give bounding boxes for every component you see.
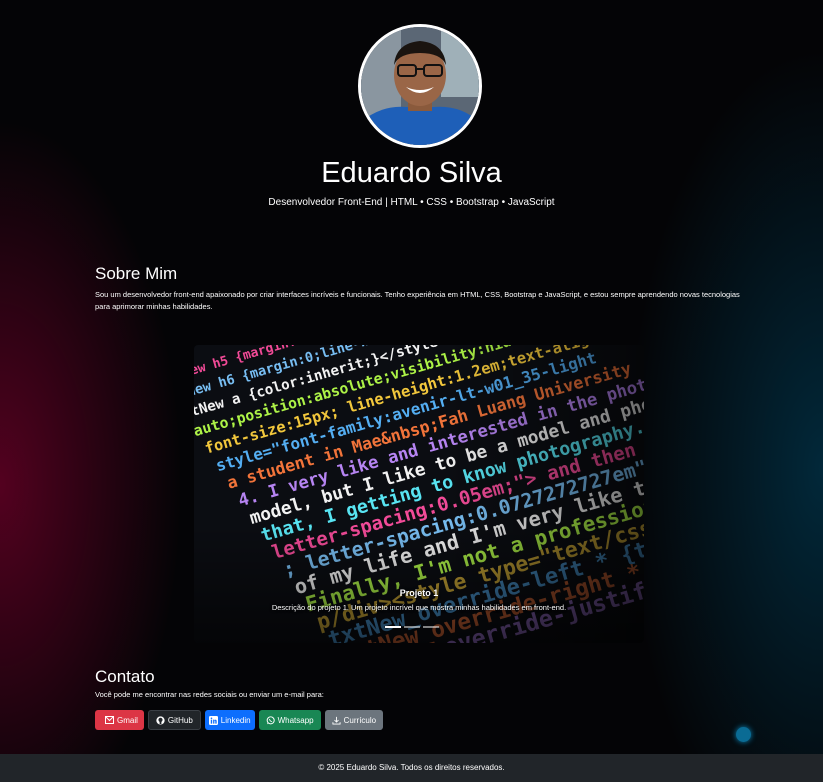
about-text: Sou um desenvolvedor front-end apaixonad… (95, 290, 740, 311)
footer-text: © 2025 Eduardo Silva. Todos os direitos … (318, 763, 505, 772)
whatsapp-label: Whatsapp (277, 715, 314, 725)
whatsapp-button[interactable]: Whatsapp (258, 710, 321, 730)
profile-photo-icon (361, 27, 479, 145)
envelope-icon (105, 716, 114, 724)
linkedin-label: Linkedin (220, 715, 251, 725)
linkedin-icon (208, 715, 218, 725)
gmail-button[interactable]: Gmail (95, 710, 144, 730)
decorative-dot (736, 727, 751, 742)
curriculum-button[interactable]: Currículo (324, 710, 384, 730)
contact-buttons: Gmail GitHub Linkedin Whatsapp Currículo (95, 710, 384, 730)
carousel-indicator[interactable] (384, 626, 401, 628)
code-screen-image: txtNew h5 {margin:0;line-heightxtNew h6 … (194, 345, 644, 643)
profile-name: Eduardo Silva (321, 157, 502, 189)
profile-avatar (358, 24, 482, 148)
projects-carousel[interactable]: txtNew h5 {margin:0;line-heightxtNew h6 … (194, 345, 644, 643)
image-shade (194, 345, 644, 643)
download-icon (332, 716, 341, 725)
slide-description: Descrição do projeto 1. Um projeto incrí… (271, 603, 567, 612)
github-icon (156, 715, 165, 725)
gmail-label: Gmail (117, 715, 138, 725)
github-label: GitHub (167, 715, 193, 725)
carousel-indicators (0, 626, 823, 628)
linkedin-button[interactable]: Linkedin (204, 710, 255, 730)
about-title: Sobre Mim (95, 264, 178, 283)
contact-title: Contato (95, 667, 155, 686)
contact-text: Você pode me encontrar nas redes sociais… (95, 690, 324, 699)
footer: © 2025 Eduardo Silva. Todos os direitos … (0, 754, 823, 782)
curriculum-label: Currículo (343, 715, 377, 725)
slide-title: Projeto 1 (399, 588, 439, 598)
carousel-indicator[interactable] (422, 626, 439, 628)
carousel-indicator[interactable] (403, 626, 420, 628)
github-button[interactable]: GitHub (147, 710, 201, 730)
profile-subtitle: Desenvolvedor Front-End | HTML • CSS • B… (268, 197, 555, 208)
whatsapp-icon (266, 715, 275, 724)
